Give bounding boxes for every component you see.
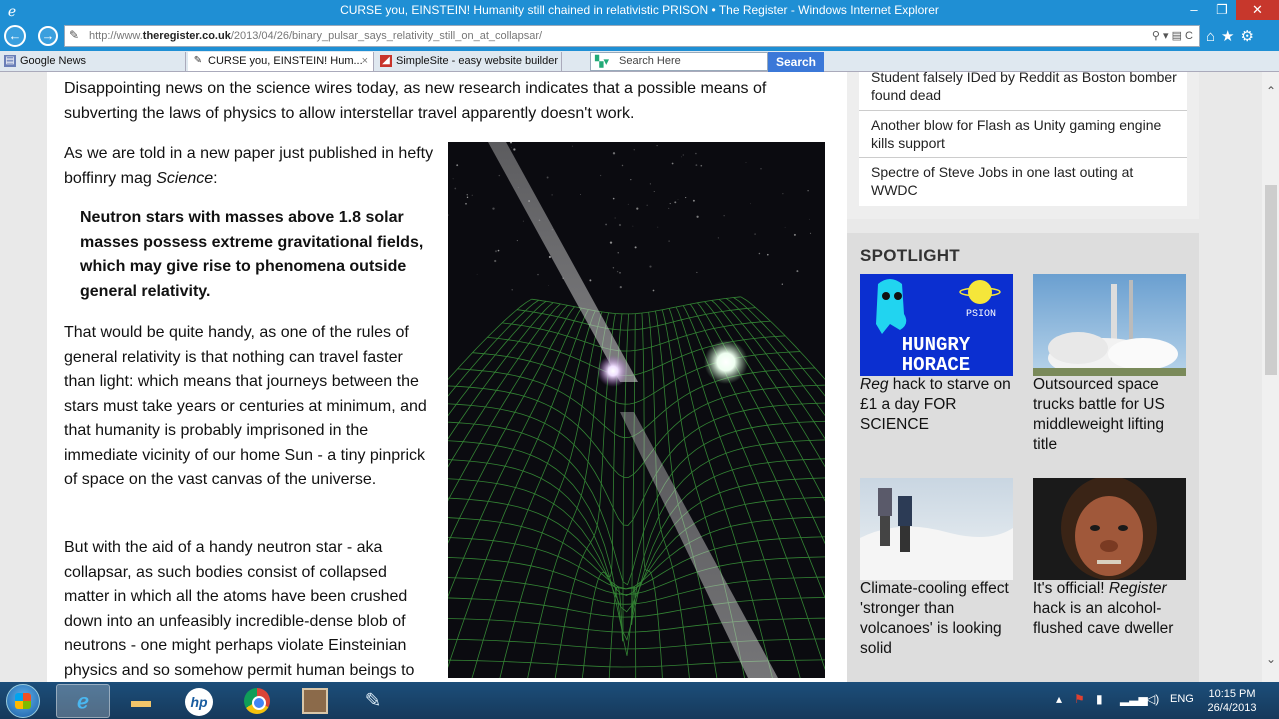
spotlight-box: SPOTLIGHT PSION HUNGRY HORACE Reg hack t… <box>847 233 1199 682</box>
article-paragraph: As we are told in a new paper just publi… <box>64 145 434 187</box>
taskbar-hp-icon[interactable]: hp <box>172 684 226 718</box>
scrollbar-thumb[interactable] <box>1265 185 1277 375</box>
google-news-icon: ▤ <box>4 55 16 67</box>
divider <box>859 110 1187 111</box>
spacetime-grid-image <box>448 142 825 678</box>
close-tab-icon[interactable]: × <box>362 52 368 70</box>
windows-logo-icon <box>15 693 31 709</box>
home-favorites-settings-icons[interactable]: ⌂★⚙ <box>1206 27 1260 45</box>
clock[interactable]: 10:15 PM 26/4/2013 <box>1204 687 1260 715</box>
spotlight-caption[interactable]: It's official! Register hack is an alcoh… <box>1033 579 1188 639</box>
horace-title-line2: HORACE <box>902 354 970 376</box>
show-hidden-icons-icon[interactable]: ▴ <box>1056 692 1062 706</box>
window-title: CURSE you, EINSTEIN! Humanity still chai… <box>340 3 939 17</box>
caveman-thumbnail[interactable] <box>1033 478 1186 580</box>
vertical-scrollbar[interactable]: ⌃ ⌄ <box>1262 72 1279 682</box>
article-quote: Neutron stars with masses above 1.8 sola… <box>80 209 424 300</box>
volume-icon[interactable]: ◁) <box>1146 692 1159 706</box>
related-stories-list: Student falsely IDed by Reddit as Boston… <box>859 72 1187 206</box>
spotlight-caption[interactable]: Climate-cooling effect 'stronger than vo… <box>860 579 1015 659</box>
divider <box>859 157 1187 158</box>
scroll-down-icon[interactable]: ⌄ <box>1265 652 1277 666</box>
minimize-button[interactable]: – <box>1180 0 1208 20</box>
article-body: Disappointing news on the science wires … <box>47 72 847 682</box>
related-story-link[interactable]: Spectre of Steve Jobs in one last outing… <box>871 163 1181 199</box>
forward-button[interactable]: → <box>38 26 58 46</box>
search-provider-icon: ▚▾ <box>595 56 609 68</box>
spotlight-caption[interactable]: Outsourced space trucks battle for US mi… <box>1033 375 1188 455</box>
start-button[interactable] <box>6 684 40 718</box>
action-center-icon[interactable]: ⚑ <box>1074 692 1085 706</box>
close-button[interactable]: ✕ <box>1236 0 1279 20</box>
climbers-thumbnail[interactable] <box>860 478 1013 580</box>
network-signal-icon[interactable]: ▂▃▅ <box>1120 692 1148 706</box>
address-tools[interactable]: ⚲ ▾ ▤ C <box>1152 29 1193 42</box>
clock-date: 26/4/2013 <box>1207 702 1257 714</box>
site-favicon-icon: ✎ <box>69 28 80 42</box>
tab-google-news[interactable]: ▤ Google News <box>0 52 186 71</box>
article-paragraph: That would be quite handy, as one of the… <box>64 324 427 488</box>
article-paragraph: Disappointing news on the science wires … <box>64 80 767 122</box>
search-button[interactable]: Search <box>768 52 824 72</box>
window-titlebar: ℯ CURSE you, EINSTEIN! Humanity still ch… <box>0 0 1279 22</box>
page-content: Disappointing news on the science wires … <box>0 72 1262 682</box>
address-bar[interactable]: ✎ http://www.theregister.co.uk/2013/04/2… <box>64 25 1200 47</box>
register-icon: ✎ <box>193 55 203 66</box>
spotlight-caption[interactable]: Reg hack to starve on £1 a day FOR SCIEN… <box>860 375 1015 435</box>
related-stories-box: Student falsely IDed by Reddit as Boston… <box>847 72 1199 219</box>
address-url[interactable]: http://www.theregister.co.uk/2013/04/26/… <box>89 30 542 42</box>
taskbar-file-explorer-icon[interactable]: ▬ <box>114 684 168 718</box>
psion-text: PSION <box>966 309 996 320</box>
input-language[interactable]: ENG <box>1170 693 1194 705</box>
spotlight-heading: SPOTLIGHT <box>860 246 960 265</box>
clock-time: 10:15 PM <box>1208 688 1256 700</box>
search-input[interactable]: ▚▾ Search Here <box>590 52 768 71</box>
tab-simplesite[interactable]: ◢ SimpleSite - easy website builder <box>376 52 562 71</box>
navigation-bar: ← → ✎ http://www.theregister.co.uk/2013/… <box>0 22 1279 51</box>
sidebar: Student falsely IDed by Reddit as Boston… <box>847 72 1199 682</box>
taskbar-paint-icon[interactable]: ✎ <box>346 684 400 718</box>
horace-title-line1: HUNGRY <box>902 334 971 356</box>
binary-pulsar-illustration <box>448 142 825 678</box>
taskbar: ℯ ▬ hp ✎ ▴ ⚑ ▮ ▂▃▅ ◁) ENG 10:15 PM 26/4/… <box>0 682 1279 719</box>
taskbar-chrome-icon[interactable] <box>230 684 284 718</box>
back-button[interactable]: ← <box>4 25 26 47</box>
power-icon[interactable]: ▮ <box>1096 692 1103 706</box>
maximize-button[interactable]: ❐ <box>1208 0 1236 20</box>
related-story-link[interactable]: Another blow for Flash as Unity gaming e… <box>871 116 1181 152</box>
hungry-horace-thumbnail[interactable]: PSION HUNGRY HORACE <box>860 274 1013 376</box>
taskbar-ie-icon[interactable]: ℯ <box>56 684 110 718</box>
article-paragraph: But with the aid of a handy neutron star… <box>64 539 415 679</box>
related-story-link[interactable]: Student falsely IDed by Reddit as Boston… <box>871 72 1181 104</box>
simplesite-icon: ◢ <box>380 55 392 67</box>
taskbar-book-icon[interactable] <box>288 684 342 718</box>
scroll-up-icon[interactable]: ⌃ <box>1265 84 1277 98</box>
tab-the-register[interactable]: ✎ CURSE you, EINSTEIN! Hum... × <box>188 52 374 71</box>
rocket-launch-thumbnail[interactable] <box>1033 274 1186 376</box>
